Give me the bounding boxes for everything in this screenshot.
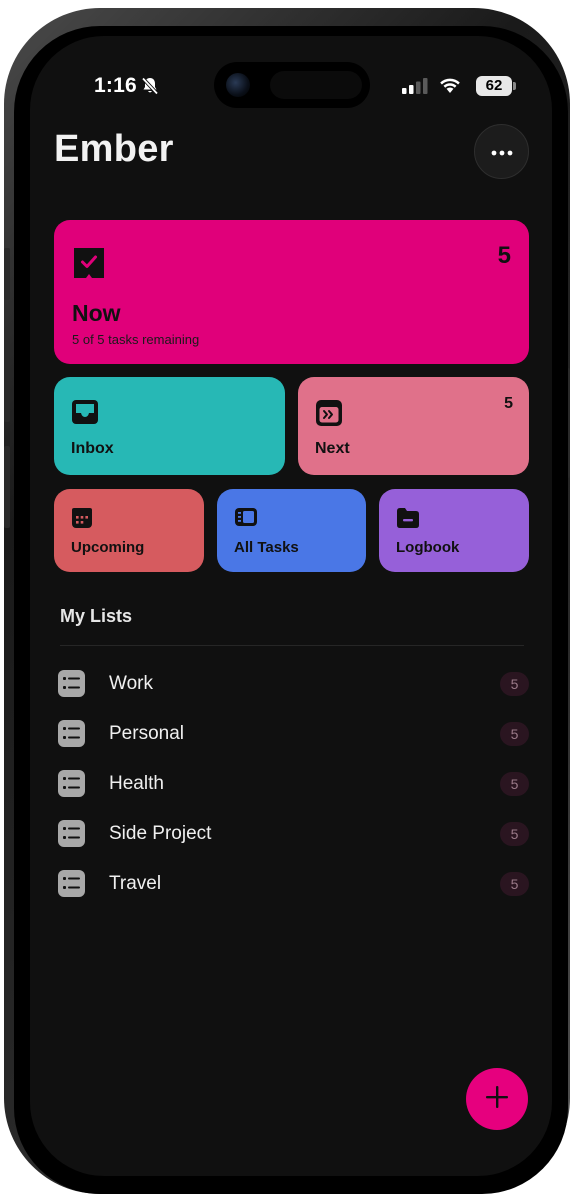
logbook-label: Logbook [396,539,460,556]
my-lists-title: My Lists [60,606,133,626]
screen: 1:16 62 Ember 5 Now 5 of 5 tasks remaini… [30,36,552,1176]
status-time: 1:16 [94,74,137,97]
list-bullet-icon [58,720,85,747]
battery-icon: 62 [476,76,512,96]
now-subtitle: 5 of 5 tasks remaining [72,332,200,347]
smart-list-next[interactable]: 5 Next [298,377,529,475]
checkbox-icon [72,246,106,285]
list-label: Personal [109,723,184,744]
app-title: Ember [54,128,174,170]
list-bullet-icon [58,670,85,697]
ellipsis-icon [491,143,513,161]
smart-list-now[interactable]: 5 Now 5 of 5 tasks remaining [54,220,529,364]
list-bullet-icon [58,820,85,847]
list-label: Side Project [109,823,212,844]
upcoming-label: Upcoming [71,539,145,556]
sidebar-icon [234,507,258,532]
next-count: 5 [504,395,513,412]
bell-slash-icon [140,76,160,101]
next-label: Next [315,440,350,457]
list-count-badge: 5 [500,872,529,896]
smart-list-inbox[interactable]: Inbox [54,377,285,475]
calendar-icon [71,507,93,534]
wifi-icon [438,76,462,99]
smart-list-logbook[interactable]: Logbook [379,489,529,572]
now-label: Now [72,300,121,326]
inbox-icon [71,399,99,430]
status-bar: 1:16 62 [30,36,552,136]
list-count-badge: 5 [500,722,529,746]
folder-icon [396,507,420,534]
signal-icon [402,78,428,99]
list-item-personal[interactable]: Personal 5 [54,712,529,756]
list-item-health[interactable]: Health 5 [54,762,529,806]
list-count-badge: 5 [500,822,529,846]
dynamic-island [214,62,370,108]
list-bullet-icon [58,770,85,797]
plus-icon [484,1084,510,1115]
list-count-badge: 5 [500,772,529,796]
inbox-label: Inbox [71,440,114,457]
list-label: Work [109,673,153,694]
list-label: Health [109,773,164,794]
list-bullet-icon [58,870,85,897]
now-count: 5 [497,242,511,269]
list-item-side-project[interactable]: Side Project 5 [54,812,529,856]
list-item-travel[interactable]: Travel 5 [54,862,529,906]
list-count-badge: 5 [500,672,529,696]
smart-list-upcoming[interactable]: Upcoming [54,489,204,572]
list-label: Travel [109,873,162,894]
add-task-button[interactable] [466,1068,528,1130]
divider [60,645,524,646]
all-tasks-label: All Tasks [234,539,299,556]
next-icon [315,399,343,432]
camera [226,73,250,97]
more-button[interactable] [474,124,529,179]
list-item-work[interactable]: Work 5 [54,662,529,706]
smart-list-all-tasks[interactable]: All Tasks [217,489,366,572]
